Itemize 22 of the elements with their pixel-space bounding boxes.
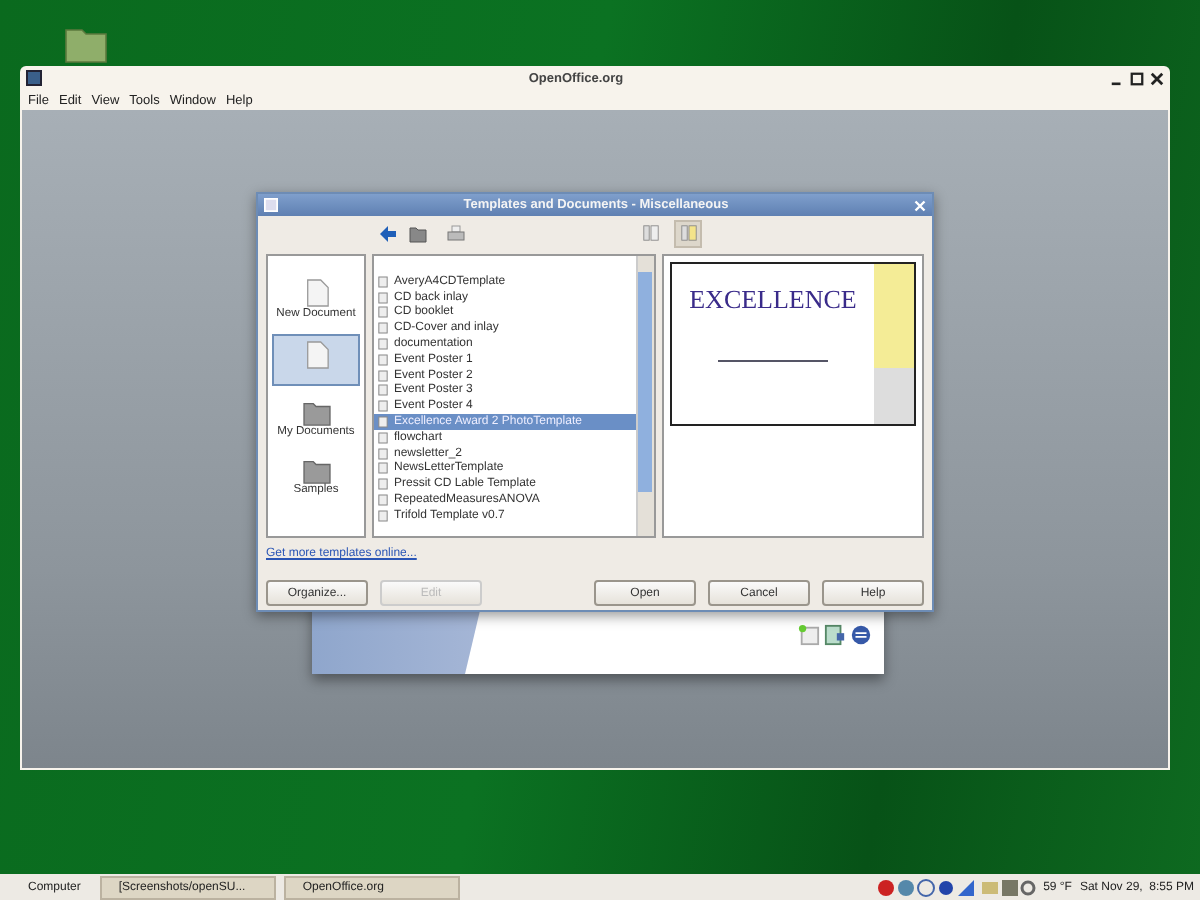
folder-icon <box>301 400 331 426</box>
printer-icon[interactable] <box>446 223 466 243</box>
app-icon[interactable] <box>26 70 42 86</box>
tray-icons-drawing[interactable] <box>875 877 1036 897</box>
new-document-icon[interactable] <box>798 624 820 646</box>
app-icon <box>264 198 278 212</box>
view-layout-icon <box>641 224 659 242</box>
close-icon[interactable] <box>1150 71 1164 85</box>
view-layout-icon <box>679 224 697 242</box>
folder-icon <box>301 458 331 484</box>
back-arrow-icon[interactable] <box>378 223 398 243</box>
view-mode-button[interactable] <box>674 219 702 247</box>
category-item[interactable] <box>272 334 360 386</box>
maximize-icon[interactable] <box>1130 71 1144 85</box>
scrollbar[interactable] <box>636 256 654 536</box>
document-icon <box>303 278 329 308</box>
folder-icon[interactable] <box>408 223 428 243</box>
preview-heading: EXCELLENCE <box>689 284 857 316</box>
document-icon <box>303 340 329 370</box>
globe-icon[interactable] <box>850 624 872 646</box>
template-icon[interactable] <box>824 624 846 646</box>
preview-rule <box>718 360 828 362</box>
